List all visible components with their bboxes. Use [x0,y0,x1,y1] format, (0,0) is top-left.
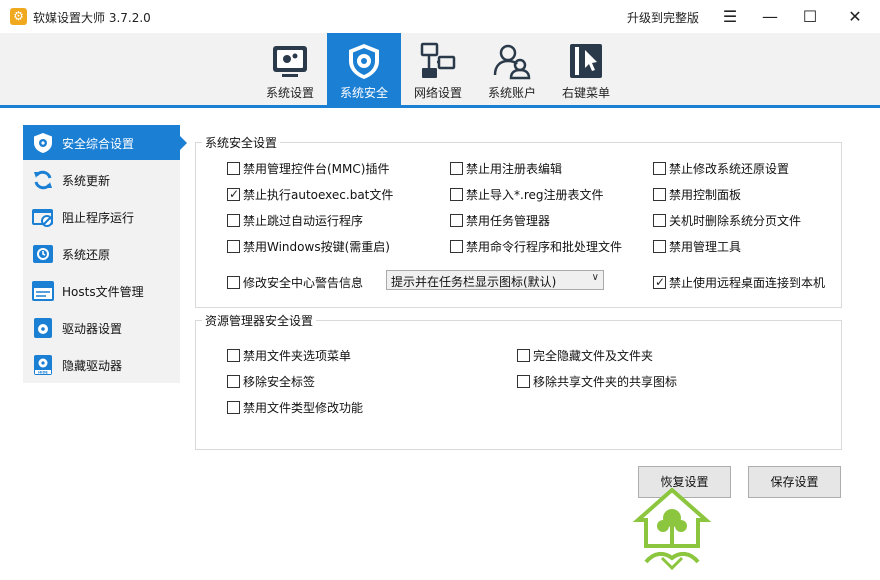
hosts-file-icon [32,281,54,301]
block-program-icon [32,209,53,227]
maximize-icon[interactable]: ☐ [790,0,830,33]
title-bar: ⚙ 软媒设置大师 3.7.2.0 升级到完整版 ☰ — ☐ ✕ [0,0,880,33]
cursor-menu-icon [570,44,602,78]
sidebar-item-system-restore[interactable]: 系统还原 [23,236,180,271]
tab-label: 系统安全 [339,86,388,100]
group-title: 系统安全设置 [202,134,281,151]
checkbox-box[interactable] [227,401,240,414]
tab-label: 右键菜单 [561,86,610,100]
sidebar-item-label: 系统还原 [62,248,111,262]
checkbox-box[interactable] [517,349,530,362]
main-toolbar: 系统设置 系统安全 网络设置 系统账户 右键菜单 [0,33,880,108]
checkbox-box[interactable] [227,162,240,175]
sidebar-item-label: Hosts文件管理 [62,285,144,299]
sidebar-item-security-overview[interactable]: 安全综合设置 [23,125,187,160]
close-icon[interactable]: ✕ [835,0,875,33]
checkbox-box[interactable] [653,162,666,175]
sidebar-item-drive-settings[interactable]: 驱动器设置 [23,310,180,345]
app-logo-icon: ⚙ [10,8,27,25]
checkbox-box[interactable] [653,188,666,201]
tab-system-settings[interactable]: 系统设置 [253,33,327,105]
checkbox-box[interactable] [227,240,240,253]
checkbox-label: 禁止执行autoexec.bat文件 [243,188,394,202]
checkbox-label: 禁用任务管理器 [466,214,551,228]
checkbox-label: 禁止导入*.reg注册表文件 [466,188,604,202]
sidebar-item-label: 阻止程序运行 [62,211,135,225]
upgrade-link[interactable]: 升级到完整版 [627,9,699,26]
window-title: 软媒设置大师 3.7.2.0 [33,11,151,25]
restore-icon [33,245,53,263]
shield-icon [34,133,52,153]
group-title: 资源管理器安全设置 [202,312,317,329]
checkbox-label: 完全隐藏文件及文件夹 [533,349,654,363]
checkbox-box[interactable] [653,214,666,227]
checkbox-label: 禁止修改系统还原设置 [669,162,790,176]
tab-network-settings[interactable]: 网络设置 [401,33,475,105]
alert-mode-select[interactable]: 提示并在任务栏显示图标(默认) ∨ [386,270,604,290]
checkbox-label: 禁用命令行程序和批处理文件 [466,240,623,254]
sidebar-item-system-update[interactable]: 系统更新 [23,162,180,197]
gear-monitor-icon [273,46,307,77]
tab-system-security[interactable]: 系统安全 [327,33,401,105]
refresh-icon [34,170,52,190]
checkbox-label: 关机时删除系统分页文件 [669,214,802,228]
checkbox-label: 禁用管理工具 [669,240,742,254]
users-icon [493,44,531,80]
tab-label: 系统设置 [265,86,314,100]
checkbox-box[interactable] [227,349,240,362]
sidebar-item-label: 驱动器设置 [62,322,123,336]
save-settings-button[interactable]: 保存设置 [748,466,841,498]
checkbox-label: 移除共享文件夹的共享图标 [533,375,678,389]
svg-text:HIDE: HIDE [38,370,48,374]
checkbox-label: 禁用管理控件台(MMC)插件 [243,162,390,176]
checkbox-box[interactable] [450,162,463,175]
hide-drive-icon: HIDE [34,355,52,375]
house-tree-logo-icon [632,488,712,571]
checkbox-label: 修改安全中心警告信息 [243,276,364,290]
sidebar-item-label: 隐藏驱动器 [62,359,123,373]
checkbox-box[interactable] [227,276,240,289]
checkbox-box[interactable]: ✓ [227,187,240,201]
sidebar-item-label: 安全综合设置 [62,137,135,151]
minimize-icon[interactable]: — [750,0,790,33]
checkbox-box[interactable] [450,240,463,253]
sidebar: 安全综合设置 系统更新 阻止程序运行 系统还原 Hosts文件管理 驱动器设置 … [23,125,187,383]
checkbox-box[interactable] [450,214,463,227]
sidebar-item-hide-drive[interactable]: HIDE 隐藏驱动器 [23,347,180,382]
checkbox-label: 禁用文件夹选项菜单 [243,349,352,363]
checkbox-label: 移除安全标签 [243,375,316,389]
tab-label: 系统账户 [487,86,536,100]
checkbox-label: 禁止跳过自动运行程序 [243,214,364,228]
check-icon: ✓ [229,187,240,201]
checkbox-label: 禁用文件类型修改功能 [243,401,364,415]
checkbox-label: 禁用控制面板 [669,188,742,202]
drive-icon [34,318,52,338]
tab-label: 网络设置 [413,86,462,100]
sidebar-item-hosts[interactable]: Hosts文件管理 [23,273,180,308]
tab-system-accounts[interactable]: 系统账户 [475,33,549,105]
checkbox-box[interactable] [450,188,463,201]
shield-gear-icon [349,44,379,79]
checkbox-label: 禁止使用远程桌面连接到本机 [669,276,826,290]
menu-icon[interactable]: ☰ [710,0,750,33]
tab-context-menu[interactable]: 右键菜单 [549,33,623,105]
sidebar-item-label: 系统更新 [62,174,111,188]
checkbox-box[interactable] [227,375,240,388]
chevron-down-icon[interactable]: ∨ [592,272,599,283]
select-value: 提示并在任务栏显示图标(默认) [391,275,557,289]
sidebar-item-block-program[interactable]: 阻止程序运行 [23,199,180,234]
checkbox-box[interactable]: ✓ [653,275,666,289]
check-icon: ✓ [655,275,666,289]
network-icon [420,42,456,78]
checkbox-label: 禁止用注册表编辑 [466,162,563,176]
checkbox-box[interactable] [517,375,530,388]
checkbox-box[interactable] [653,240,666,253]
checkbox-box[interactable] [227,214,240,227]
checkbox-label: 禁用Windows按键(需重启) [243,240,390,254]
